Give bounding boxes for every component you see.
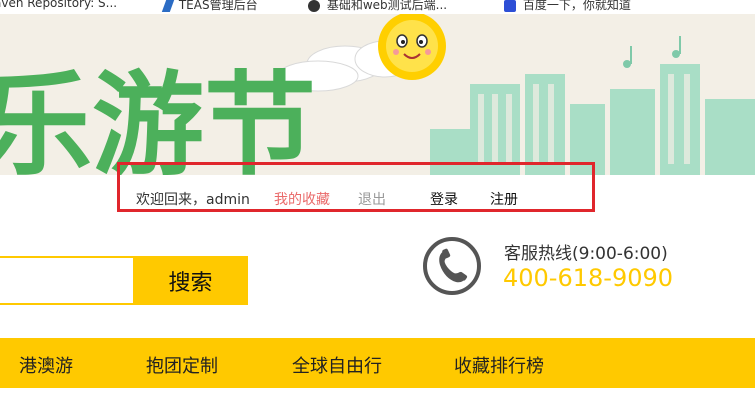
sun-illustration [378, 14, 446, 80]
phone-icon [423, 237, 481, 295]
baidu-icon [504, 0, 516, 12]
bookmark-item[interactable]: TEAS管理后台 [161, 0, 258, 13]
bookmarks-bar: aven Repository: S... TEAS管理后台 基础和web测试后… [0, 0, 755, 14]
banner-title: 乐游节 [0, 61, 316, 175]
bookmark-label: 基础和web测试后端... [326, 0, 448, 12]
bookmark-label: aven Repository: S... [0, 0, 118, 10]
nav-item-favorites-ranking[interactable]: 收藏排行榜 [454, 352, 544, 378]
welcome-text: 欢迎回来，admin [136, 192, 250, 208]
bookmark-item[interactable]: aven Repository: S... [0, 0, 117, 10]
search-button[interactable]: 搜索 [133, 256, 248, 305]
bookmark-item[interactable]: 百度一下，你就知道 [504, 0, 631, 13]
nav-item-group-custom[interactable]: 抱团定制 [146, 352, 218, 378]
music-notes-illustration [623, 36, 681, 68]
nav-item-hk-macau[interactable]: 港澳游 [19, 352, 73, 378]
bookmark-label: TEAS管理后台 [178, 0, 258, 12]
bookmark-icon [161, 0, 175, 12]
banner-illustration: 乐游节 [0, 14, 755, 175]
search-input[interactable] [0, 256, 134, 305]
bookmark-item[interactable]: 基础和web测试后端... [308, 0, 447, 13]
main-nav: 港澳游 抱团定制 全球自由行 收藏排行榜 [0, 338, 755, 388]
login-link[interactable]: 登录 [430, 189, 458, 209]
hotline-number: 400-618-9090 [503, 264, 674, 292]
bookmark-label: 百度一下，你就知道 [522, 0, 631, 12]
favorites-link[interactable]: 我的收藏 [274, 189, 330, 209]
globe-icon [308, 0, 320, 12]
nav-item-global-free-travel[interactable]: 全球自由行 [292, 352, 382, 378]
register-link[interactable]: 注册 [490, 189, 518, 209]
hero-banner: 乐游节 [0, 14, 755, 175]
logout-link[interactable]: 退出 [358, 189, 386, 209]
hotline-label: 客服热线(9:00-6:00) [504, 244, 668, 264]
